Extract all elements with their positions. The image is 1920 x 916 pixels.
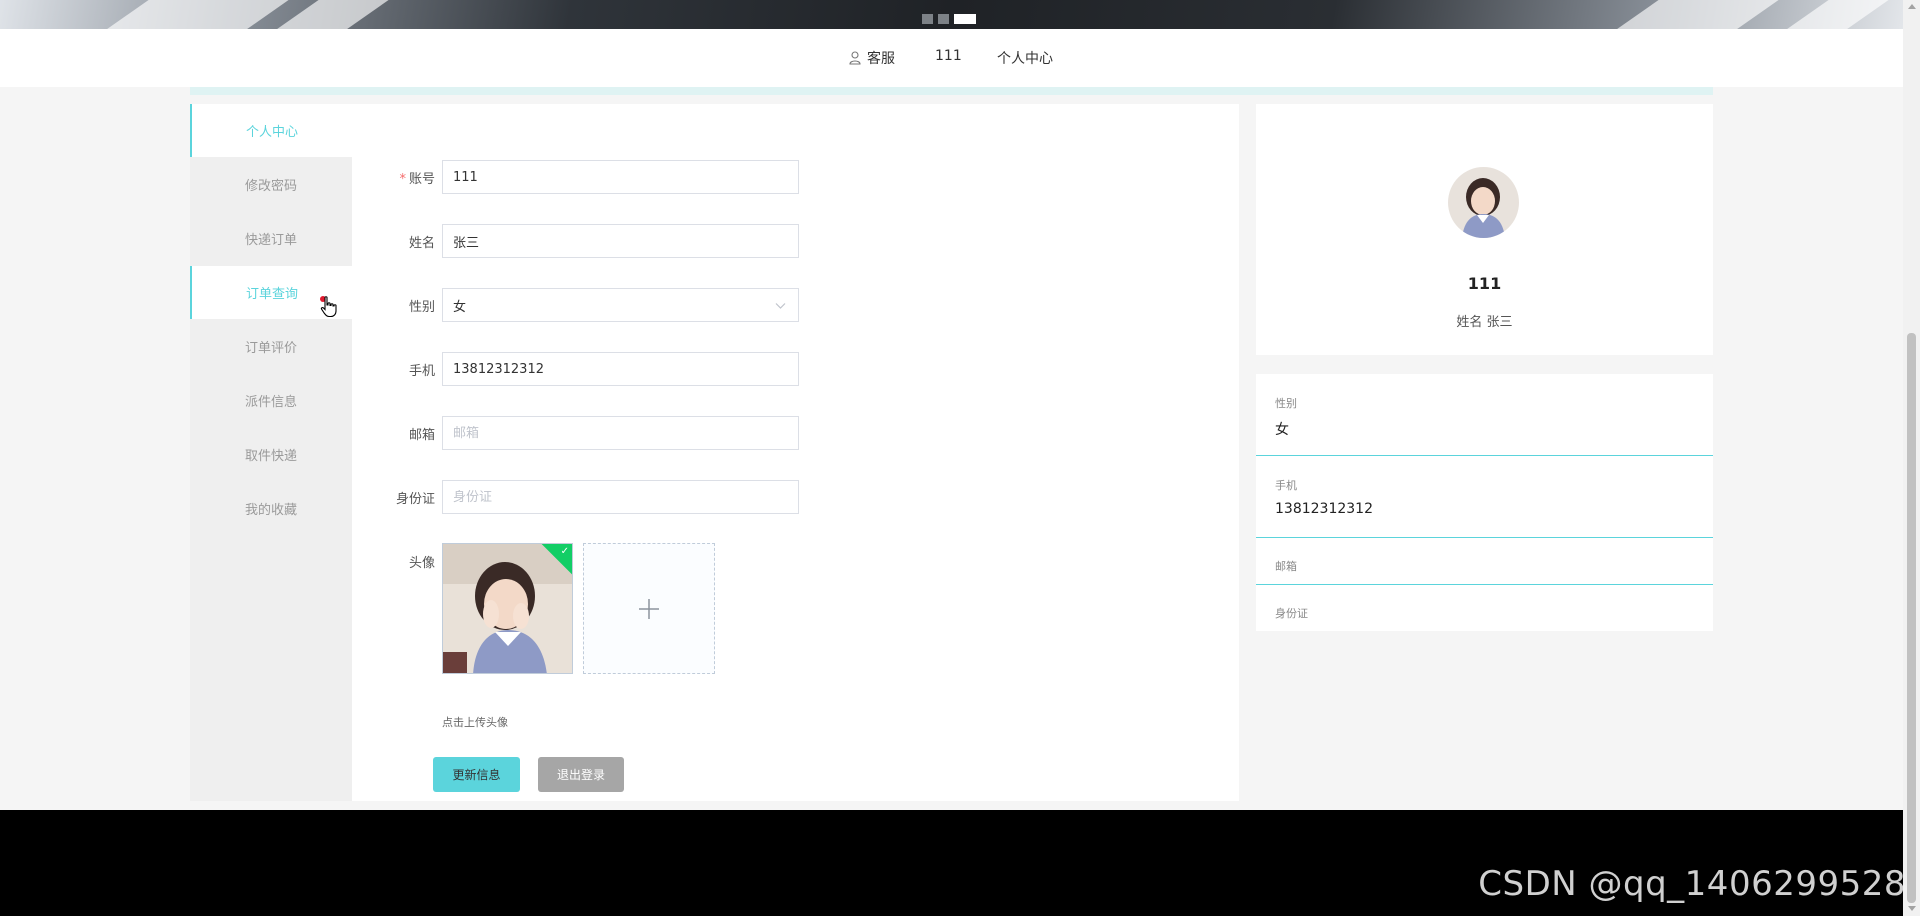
banner-highlight [1587,0,1793,29]
account-label-text: 账号 [408,172,435,187]
hand-pointer-icon [320,296,338,322]
profile-avatar [1448,167,1519,238]
email-label: 邮箱 [408,428,435,443]
sidebar-item-personal-center[interactable]: 个人中心 [190,104,352,157]
info-value: 女 [1275,422,1289,438]
info-value: 13812312312 [1275,501,1373,517]
id-card-input[interactable] [453,489,788,505]
avatar-upload-button[interactable] [583,543,715,674]
nav-personal-center[interactable]: 个人中心 [997,48,1053,68]
plus-icon [639,598,659,619]
gender-select[interactable]: 女 [442,288,799,322]
phone-input[interactable] [453,361,788,377]
banner-highlight [77,0,303,29]
top-navigation: 客服 111 个人中心 [0,29,1903,87]
required-mark: * [399,172,406,187]
avatar-photo [443,544,572,673]
banner-carousel[interactable] [0,0,1903,29]
sidebar-item-express-order[interactable]: 快递订单 [190,212,352,265]
account-label: * 账号 [352,168,435,187]
carousel-dot[interactable] [922,14,933,24]
chevron-down-icon [775,299,786,314]
carousel-dot-active[interactable] [954,14,976,24]
sidebar-item-my-favorites[interactable]: 我的收藏 [190,482,352,535]
profile-summary-card: 111 姓名 张三 [1256,104,1713,355]
profile-username: 111 [1467,274,1502,293]
info-phone: 手机 13812312312 [1256,456,1713,538]
email-input[interactable] [453,425,788,441]
account-input[interactable] [453,169,788,185]
info-label: 性别 [1275,397,1297,410]
nav-customer-service-label: 客服 [867,51,895,67]
scroll-down-icon[interactable] [1908,906,1916,911]
info-email: 邮箱 [1256,538,1713,585]
name-field[interactable] [442,224,799,258]
sidebar-item-pickup-express[interactable]: 取件快递 [190,428,352,481]
scroll-up-icon[interactable] [1908,4,1916,9]
avatar-photo [1448,167,1519,238]
avatar-preview[interactable]: ✓ [442,543,573,674]
user-icon [849,51,861,65]
sidebar-item-change-password[interactable]: 修改密码 [190,158,352,211]
gender-selected-value: 女 [453,299,467,315]
banner-highlight [1757,0,1903,29]
info-gender: 性别 女 [1256,374,1713,456]
sidebar-item-dispatch-info[interactable]: 派件信息 [190,374,352,427]
nav-username[interactable]: 111 [935,48,962,64]
info-label: 身份证 [1275,607,1308,620]
sidebar-item-order-review[interactable]: 订单评价 [190,320,352,373]
name-input[interactable] [453,233,788,249]
email-field[interactable] [442,416,799,450]
info-id-card: 身份证 [1256,585,1713,631]
avatar-label: 头像 [408,556,435,571]
avatar-upload-hint: 点击上传头像 [442,716,508,729]
phone-field[interactable] [442,352,799,386]
phone-label: 手机 [408,364,435,379]
sidebar-item-label: 订单查询 [245,287,298,302]
page-scrollbar[interactable] [1903,0,1920,916]
name-label: 姓名 [408,236,435,251]
id-card-field[interactable] [442,480,799,514]
logout-button[interactable]: 退出登录 [538,757,624,792]
sidebar-item-order-query[interactable]: 订单查询 [190,266,352,319]
check-icon: ✓ [560,546,569,557]
carousel-dot[interactable] [938,14,949,24]
carousel-indicators [922,14,976,24]
update-info-button[interactable]: 更新信息 [433,757,520,792]
account-field[interactable] [442,160,799,194]
section-divider [190,87,1713,95]
scrollbar-thumb[interactable] [1907,333,1916,903]
info-label: 邮箱 [1275,560,1297,573]
info-label: 手机 [1275,479,1297,492]
sidebar: 个人中心 修改密码 快递订单 订单查询 订单评价 派件信息 取件快递 我的收藏 [190,104,352,801]
profile-form: *账号 姓名 性别 女 手机 邮箱 身份证 头像 [352,104,1239,801]
profile-name-line: 姓名 张三 [1456,315,1513,330]
gender-label: 性别 [408,300,435,315]
nav-customer-service[interactable]: 客服 [849,48,895,68]
watermark-text: CSDN @qq_1406299528 [1478,864,1906,904]
id-card-label: 身份证 [395,492,435,507]
